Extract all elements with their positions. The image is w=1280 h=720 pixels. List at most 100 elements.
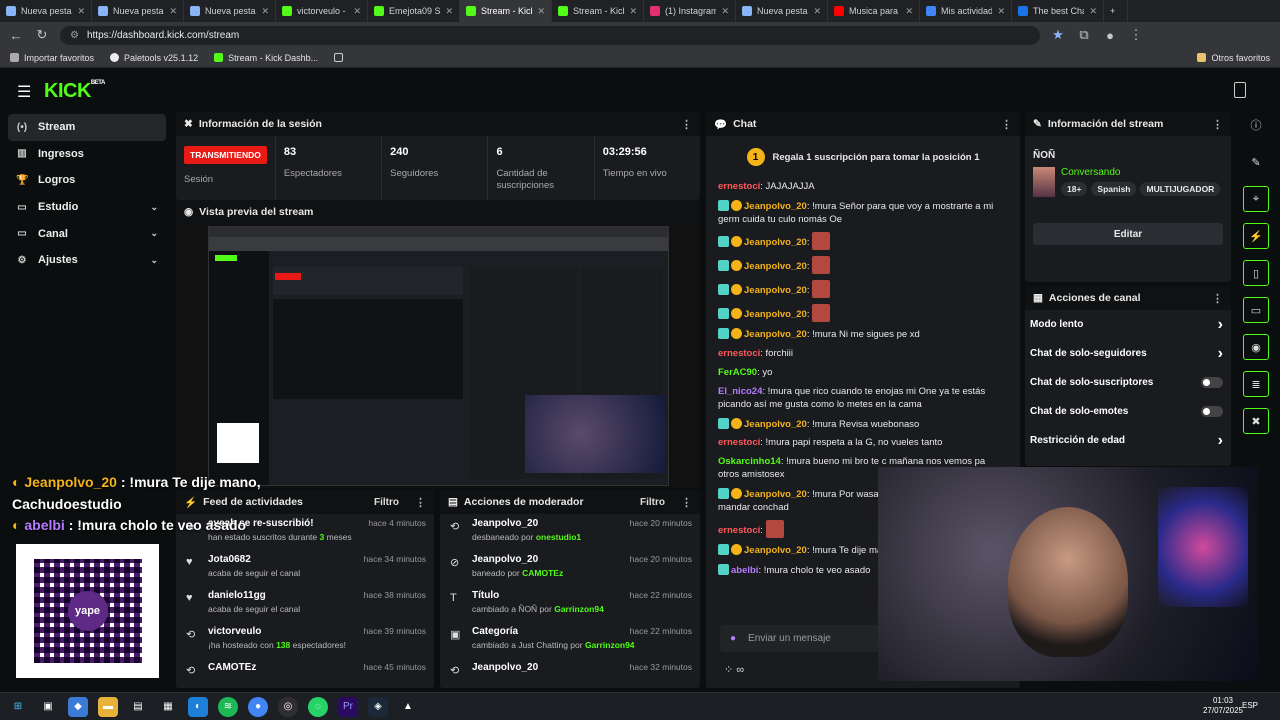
channel-action-row[interactable]: Restricción de edad › (1025, 426, 1231, 455)
browser-tab[interactable]: Nueva pestaña ✕ (736, 0, 828, 22)
bookmark-kick[interactable]: Stream - Kick Dashb... (214, 53, 318, 63)
close-icon[interactable]: ✕ (905, 6, 913, 17)
tag-chip[interactable]: Spanish (1091, 182, 1137, 196)
feed-row[interactable]: ♥ Jota0682 hace 34 minutos acaba de seguir … (176, 550, 434, 586)
tag-chip[interactable]: 18+ (1061, 182, 1088, 196)
steam-icon[interactable]: ◈ (368, 696, 388, 717)
chat-username[interactable]: ernestoci (718, 437, 760, 448)
spotify-icon[interactable]: ≋ (218, 696, 238, 717)
close-icon[interactable]: ✕ (261, 6, 269, 17)
back-icon[interactable]: ← (8, 28, 24, 43)
feed-row[interactable]: ♥ danielo11gg hace 38 minutos acaba de segu… (176, 586, 434, 622)
whatsapp-icon[interactable]: ◌ (308, 696, 328, 717)
store-icon[interactable]: ▤ (128, 697, 148, 717)
bookmark-folder[interactable] (334, 53, 344, 62)
kick-logo[interactable]: KICKBETA (44, 80, 105, 103)
chat-username[interactable]: Jeanpolvo_20 (744, 545, 807, 556)
reload-icon[interactable]: ↻ (34, 27, 50, 43)
close-icon[interactable]: ✕ (353, 6, 361, 17)
chat-username[interactable]: Jeanpolvo_20 (744, 201, 807, 212)
toggle-switch[interactable] (1201, 406, 1223, 417)
chat-username[interactable]: Jeanpolvo_20 (744, 285, 807, 296)
close-icon[interactable]: ✕ (1089, 6, 1097, 17)
channel-action-row[interactable]: Modo lento › (1025, 310, 1231, 339)
close-icon[interactable]: ✕ (537, 6, 545, 17)
file-explorer-icon[interactable]: ▬ (98, 696, 118, 717)
bolt-icon[interactable]: ⚡ (1243, 223, 1269, 249)
channel-action-row[interactable]: Chat de solo-seguidores › (1025, 339, 1231, 368)
browser-tab[interactable]: Nueva pestaña ✕ (184, 0, 276, 22)
sidebar-item-ajustes[interactable]: ⚙ Ajustes ⌄ (8, 247, 166, 274)
close-icon[interactable]: ✕ (77, 6, 85, 17)
stream-preview-video[interactable] (208, 226, 669, 486)
premiere-icon[interactable]: Pr (338, 696, 358, 717)
hamburger-menu-icon[interactable]: ☰ (17, 82, 31, 102)
chat-username[interactable]: FerAC90 (718, 367, 757, 378)
extensions-icon[interactable]: ⧉ (1076, 27, 1092, 43)
star-icon[interactable]: ★ (1050, 27, 1066, 43)
channel-action-row[interactable]: Chat de solo-suscriptores (1025, 368, 1231, 397)
chat-username[interactable]: Jeanpolvo_20 (744, 261, 807, 272)
kebab-icon[interactable]: ⋮ (415, 496, 426, 509)
pinned-gift-banner[interactable]: 1 Regala 1 suscripción para tomar la pos… (718, 144, 1008, 170)
sidebar-item-logros[interactable]: 🏆 Logros (8, 167, 166, 194)
kebab-icon[interactable]: ⋮ (681, 118, 692, 131)
browser-tab[interactable]: Musica para c ✕ (828, 0, 920, 22)
sidebar-item-estudio[interactable]: ▭ Estudio ⌄ (8, 194, 166, 221)
mod-row[interactable]: ⊘ Jeanpolvo_20 hace 20 minutos baneado por … (440, 550, 700, 586)
chevron-down-icon[interactable]: ⌄ (150, 228, 158, 239)
browser-tab[interactable]: Stream - Kick ✕ (460, 0, 552, 22)
mod-row[interactable]: ▣ Categoría hace 22 minutos cambiado a Just… (440, 622, 700, 658)
chevron-right-icon[interactable]: › (1218, 316, 1223, 334)
info-icon[interactable]: ⓘ (1243, 112, 1269, 138)
close-icon[interactable]: ✕ (629, 6, 637, 17)
new-tab-icon[interactable]: + (1104, 0, 1128, 22)
profile-icon[interactable]: ● (1102, 28, 1118, 43)
url-field[interactable]: ⚙ https://dashboard.kick.com/stream (60, 25, 1040, 45)
edit-button[interactable]: Editar (1033, 223, 1223, 245)
feed-filter-button[interactable]: Filtro (374, 497, 399, 508)
browser-tab[interactable]: Stream - Kick ✕ (552, 0, 644, 22)
bookmark-import[interactable]: Importar favoritos (10, 53, 94, 63)
browser-tab[interactable]: Nueva pestaña ✕ (92, 0, 184, 22)
chat-username[interactable]: Jeanpolvo_20 (744, 419, 807, 430)
close-icon[interactable]: ✕ (445, 6, 453, 17)
feed-row[interactable]: ⟲ CAMOTEz hace 45 minutos (176, 658, 434, 694)
game-icon[interactable]: ▲ (398, 697, 418, 717)
channel-action-row[interactable]: Chat de solo-emotes (1025, 397, 1231, 426)
mod-filter-button[interactable]: Filtro (640, 497, 665, 508)
tag-chip[interactable]: MULTIJUGADOR (1140, 182, 1221, 196)
chat-username[interactable]: Jeanpolvo_20 (744, 489, 807, 500)
browser-tab[interactable]: Nueva pestaña ✕ (0, 0, 92, 22)
bookmark-paletools[interactable]: Paletools v25.1.12 (110, 53, 198, 63)
target-icon[interactable]: ⌖ (1243, 186, 1269, 212)
obs-icon[interactable]: ◎ (278, 696, 298, 717)
other-bookmarks[interactable]: Otros favoritos (1197, 53, 1270, 63)
site-info-icon[interactable]: ⚙ (70, 30, 79, 41)
chevron-down-icon[interactable]: ⌄ (150, 202, 158, 213)
mod-row[interactable]: T Título hace 22 minutos cambiado a ÑOÑ por… (440, 586, 700, 622)
browser-tab[interactable]: Emejota09 Str ✕ (368, 0, 460, 22)
mic-icon[interactable]: ● (730, 633, 736, 644)
feed-row[interactable]: ⟲ victorveulo hace 39 minutos ¡ha hosteado … (176, 622, 434, 658)
chevron-down-icon[interactable]: ⌄ (150, 255, 158, 266)
chat-username[interactable]: ernestoci (718, 525, 760, 536)
close-icon[interactable]: ✕ (169, 6, 177, 17)
chat-username[interactable]: Oskarcinho14 (718, 456, 781, 467)
chevron-right-icon[interactable]: › (1218, 432, 1223, 450)
chat-username[interactable]: ernestoci (718, 348, 760, 359)
close-icon[interactable]: ✕ (813, 6, 821, 17)
system-clock[interactable]: ESP (1242, 701, 1272, 711)
sidebar-item-canal[interactable]: ▭ Canal ⌄ (8, 220, 166, 247)
broadcast-icon[interactable]: ◉ (1243, 334, 1269, 360)
windows-start-icon[interactable]: ⊞ (8, 697, 28, 717)
browser-tab[interactable]: The best Chat ✕ (1012, 0, 1104, 22)
mod-row[interactable]: ⟲ Jeanpolvo_20 hace 32 minutos (440, 658, 700, 694)
browser-tab[interactable]: (1) Instagram ✕ (644, 0, 736, 22)
browser-tab[interactable]: victorveulo - V ✕ (276, 0, 368, 22)
kebab-icon[interactable]: ⋮ (1212, 118, 1223, 131)
chat-username[interactable]: ernestoci (718, 181, 760, 192)
close-icon[interactable]: ✕ (721, 6, 729, 17)
chat-username[interactable]: El_nico24 (718, 386, 762, 397)
task-view-icon[interactable]: ▣ (38, 697, 58, 717)
